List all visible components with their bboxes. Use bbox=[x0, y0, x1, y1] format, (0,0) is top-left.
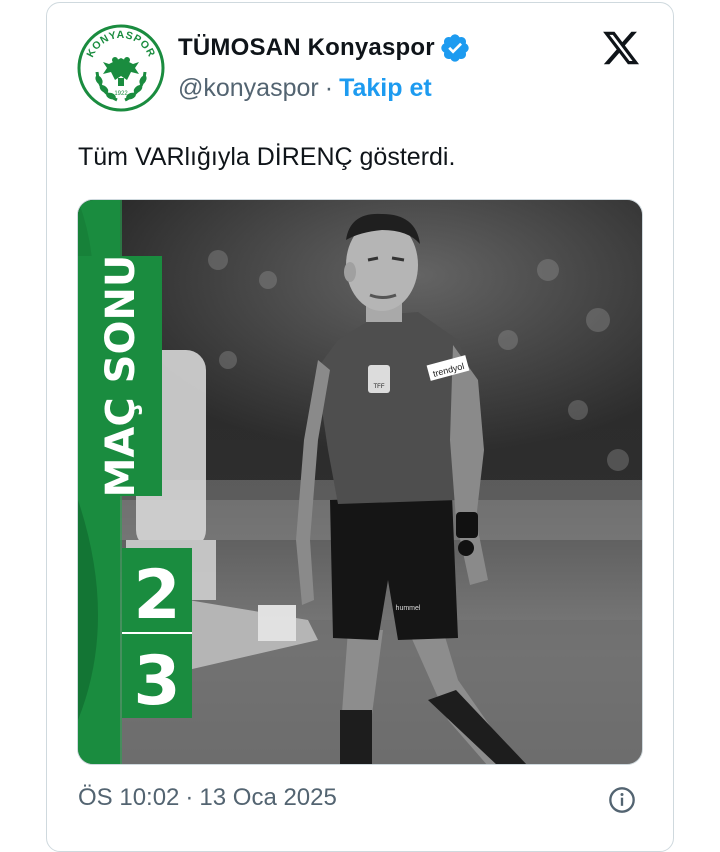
svg-text:3: 3 bbox=[133, 642, 180, 721]
tweet-timestamp[interactable]: ÖS 10:02 · 13 Oca 2025 bbox=[78, 784, 337, 812]
tweet-media[interactable]: trendyol TFF hummel MAÇ SONU 2 3 bbox=[77, 199, 643, 765]
svg-text:1922: 1922 bbox=[114, 91, 128, 97]
tweet-text: Tüm VARlığıyla DİRENÇ gösterdi. bbox=[78, 143, 456, 171]
info-icon[interactable] bbox=[608, 786, 636, 814]
timestamp-separator: · bbox=[185, 784, 194, 811]
handle-separator: · bbox=[324, 74, 334, 102]
author-display-name[interactable]: TÜMOSAN Konyaspor bbox=[178, 34, 435, 62]
svg-text:TFF: TFF bbox=[374, 384, 385, 390]
svg-text:2: 2 bbox=[133, 556, 180, 635]
match-result-graphic: trendyol TFF hummel MAÇ SONU 2 3 bbox=[78, 200, 642, 764]
follow-button[interactable]: Takip et bbox=[339, 74, 432, 103]
x-logo-icon[interactable] bbox=[600, 28, 642, 68]
tweet-time: ÖS 10:02 bbox=[78, 784, 180, 811]
tweet-date: 13 Oca 2025 bbox=[199, 784, 337, 811]
author-name-row: TÜMOSAN Konyaspor bbox=[178, 32, 471, 64]
author-handle-row: @konyaspor · Takip et bbox=[178, 74, 432, 103]
svg-text:hummel: hummel bbox=[396, 605, 421, 612]
author-avatar[interactable]: KONYASPOR 1922 bbox=[77, 24, 165, 112]
verified-badge-icon bbox=[441, 34, 469, 62]
author-handle[interactable]: @konyaspor bbox=[178, 74, 319, 103]
svg-text:MAÇ SONU: MAÇ SONU bbox=[98, 255, 144, 498]
konyaspor-crest-icon: KONYASPOR 1922 bbox=[77, 24, 165, 112]
